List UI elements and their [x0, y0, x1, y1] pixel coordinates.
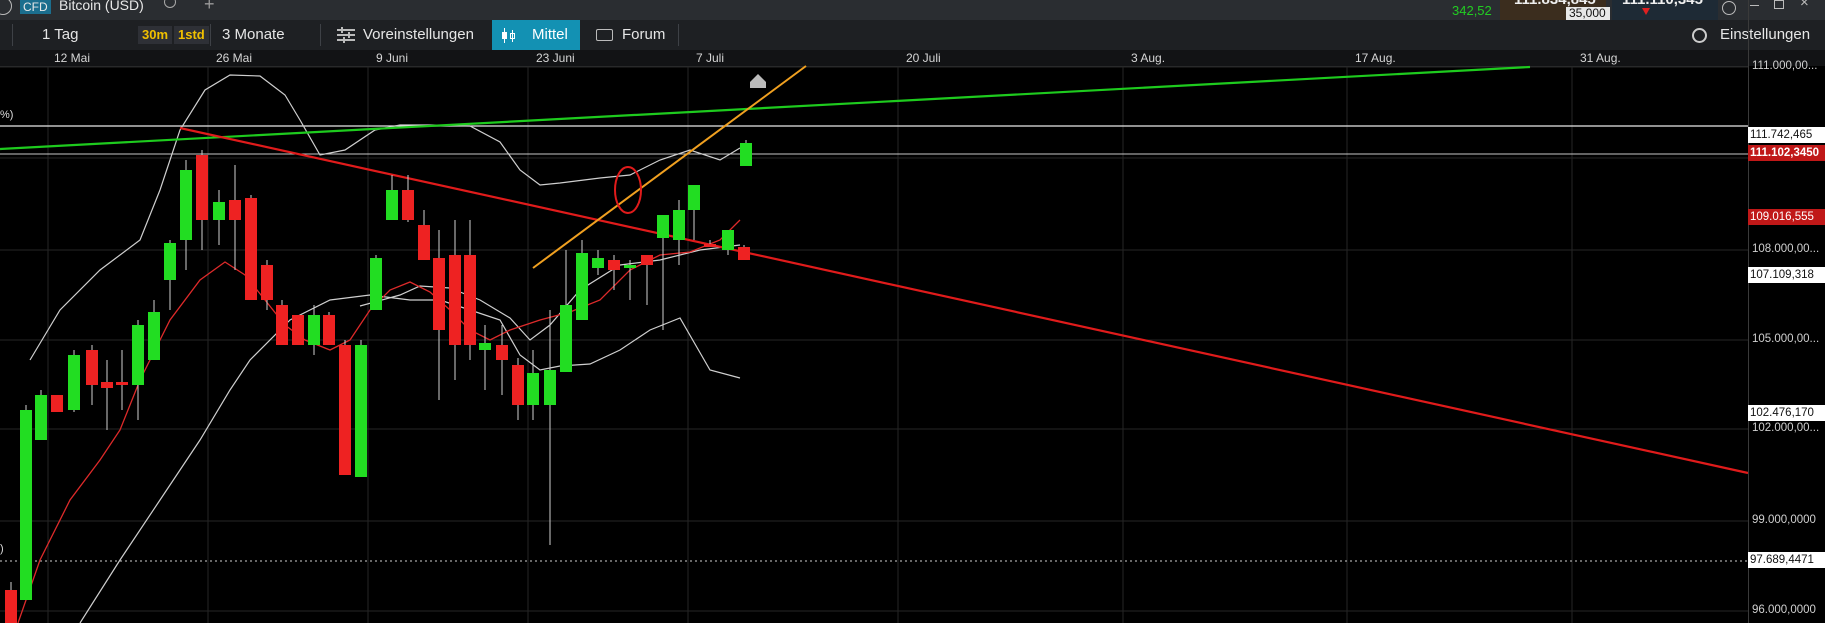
candle-down [641, 255, 653, 265]
candle-down [464, 255, 476, 345]
candle-down [339, 345, 351, 475]
axis-label: 99.000,0000 [1752, 514, 1816, 526]
candle-down [738, 247, 750, 260]
candle-up [673, 210, 685, 240]
candlestick-chart[interactable] [0, 0, 1825, 623]
price-tag-moving-average: 109.016,555 [1748, 209, 1825, 225]
candle-up [740, 143, 752, 166]
price-tag-current: 111.102,3450 [1748, 145, 1825, 161]
candle-up [688, 185, 700, 210]
candle-up [355, 345, 367, 477]
candle-series [5, 140, 752, 623]
candle-down [704, 244, 716, 247]
candle-down [51, 395, 63, 412]
candle-up [624, 265, 636, 268]
candle-down [402, 190, 414, 220]
candle-up [308, 315, 320, 345]
lower-bollinger-band [79, 294, 741, 623]
candle-down [323, 315, 335, 345]
left-edge-label: ) [0, 543, 4, 555]
candle-down [418, 225, 430, 260]
candle-down [101, 382, 113, 388]
candle-up [560, 305, 572, 372]
axis-label: 111.000,00... [1752, 60, 1818, 72]
orange-trendline [532, 65, 807, 269]
candle-down [261, 265, 273, 300]
candle-down [608, 260, 620, 270]
candle-up [132, 325, 144, 385]
candle-up [722, 230, 734, 250]
candle-up [479, 343, 491, 350]
candle-down [86, 350, 98, 385]
candle-up [527, 373, 539, 405]
axis-label: 105.000,00... [1752, 333, 1820, 345]
candle-up [213, 202, 225, 220]
candle-up [657, 215, 669, 238]
candle-down [229, 200, 241, 220]
home-marker-icon [750, 74, 766, 88]
candle-up [592, 258, 604, 268]
candle-down [116, 382, 128, 385]
candle-down [292, 315, 304, 345]
candle-up [35, 395, 47, 440]
candle-up [370, 258, 382, 310]
price-tag-upper-band: 107.109,318 [1748, 267, 1825, 283]
axis-label: 96.000,0000 [1752, 604, 1816, 616]
candle-up [386, 190, 398, 220]
axis-label: 108.000,00... [1752, 243, 1820, 255]
price-tag-lower-band: 102.476,170 [1748, 405, 1825, 421]
candle-up [576, 253, 588, 320]
candle-down [496, 345, 508, 360]
axis-label: 102.000,00... [1752, 422, 1820, 434]
candle-up [180, 170, 192, 240]
price-tag-dotted-level: 97.689,4471 [1748, 552, 1825, 568]
upper-bollinger-band [29, 74, 741, 361]
candle-up [68, 355, 80, 410]
candle-up [544, 370, 556, 405]
candle-up [20, 410, 32, 600]
candle-down [449, 255, 461, 345]
candle-down [433, 258, 445, 330]
green-trendline [0, 65, 1531, 151]
price-tag-resistance: 111.742,465 [1748, 127, 1825, 143]
candle-down [196, 155, 208, 220]
candle-up [148, 312, 160, 360]
candle-down [512, 365, 524, 405]
candle-up [164, 243, 176, 280]
candle-down [245, 198, 257, 300]
candle-down [5, 590, 17, 623]
candle-down [276, 305, 288, 345]
left-edge-label: %) [0, 109, 14, 121]
